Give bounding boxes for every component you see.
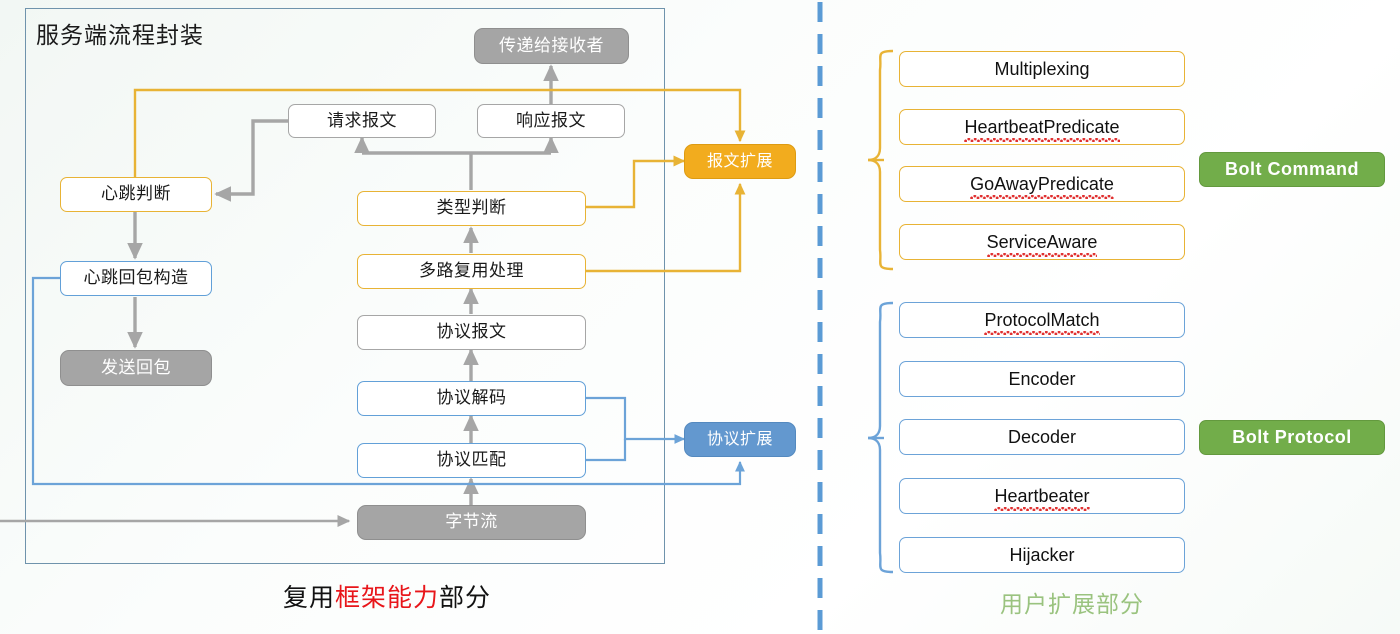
node-multiplex-handle[interactable]: 多路复用处理 xyxy=(357,254,586,289)
ext-label: Heartbeater xyxy=(994,485,1090,511)
ext-item-hijacker[interactable]: Hijacker xyxy=(899,537,1185,573)
ext-item-multiplexing[interactable]: Multiplexing xyxy=(899,51,1185,87)
node-send-reply[interactable]: 发送回包 xyxy=(60,350,212,386)
ext-item-protocolmatch[interactable]: ProtocolMatch xyxy=(899,302,1185,338)
left-caption: 复用框架能力部分 xyxy=(283,578,491,614)
ext-item-heartbeater[interactable]: Heartbeater xyxy=(899,478,1185,514)
ext-label: Multiplexing xyxy=(994,58,1090,79)
ext-label: Encoder xyxy=(1008,368,1076,389)
frame-title: 服务端流程封装 xyxy=(36,22,204,48)
ext-label: GoAwayPredicate xyxy=(970,173,1114,199)
node-request-message[interactable]: 请求报文 xyxy=(288,104,436,138)
badge-bolt-command: Bolt Command xyxy=(1199,152,1385,187)
node-response-message[interactable]: 响应报文 xyxy=(477,104,625,138)
ext-label: Hijacker xyxy=(1009,544,1075,565)
ext-item-serviceaware[interactable]: ServiceAware xyxy=(899,224,1185,260)
node-type-judge[interactable]: 类型判断 xyxy=(357,191,586,226)
badge-bolt-protocol: Bolt Protocol xyxy=(1199,420,1385,455)
right-caption: 用户扩展部分 xyxy=(1000,591,1144,617)
ext-item-encoder[interactable]: Encoder xyxy=(899,361,1185,397)
left-caption-pre: 复用 xyxy=(283,584,336,612)
left-caption-highlight: 框架能力 xyxy=(335,584,440,612)
ext-item-decoder[interactable]: Decoder xyxy=(899,419,1185,455)
ext-label: HeartbeatPredicate xyxy=(964,116,1120,142)
diagram-canvas: 服务端流程封装 传递给接收者 请求报文 响应报文 心跳判断 类型判断 心跳回包构… xyxy=(0,0,1400,634)
ext-label: ProtocolMatch xyxy=(984,309,1100,335)
node-deliver-to-receiver[interactable]: 传递给接收者 xyxy=(474,28,629,64)
node-protocol-decode[interactable]: 协议解码 xyxy=(357,381,586,416)
node-protocol-match[interactable]: 协议匹配 xyxy=(357,443,586,478)
ext-item-goawaypredicate[interactable]: GoAwayPredicate xyxy=(899,166,1185,202)
node-message-extension[interactable]: 报文扩展 xyxy=(684,144,796,179)
ext-label: Decoder xyxy=(1007,426,1077,447)
node-protocol-message[interactable]: 协议报文 xyxy=(357,315,586,350)
left-caption-post: 部分 xyxy=(439,584,492,612)
node-protocol-extension[interactable]: 协议扩展 xyxy=(684,422,796,457)
node-heartbeat-reply-build[interactable]: 心跳回包构造 xyxy=(60,261,212,296)
ext-item-heartbeatpredicate[interactable]: HeartbeatPredicate xyxy=(899,109,1185,145)
node-byte-stream[interactable]: 字节流 xyxy=(357,505,586,540)
ext-label: ServiceAware xyxy=(986,231,1098,257)
node-heartbeat-judge[interactable]: 心跳判断 xyxy=(60,177,212,212)
